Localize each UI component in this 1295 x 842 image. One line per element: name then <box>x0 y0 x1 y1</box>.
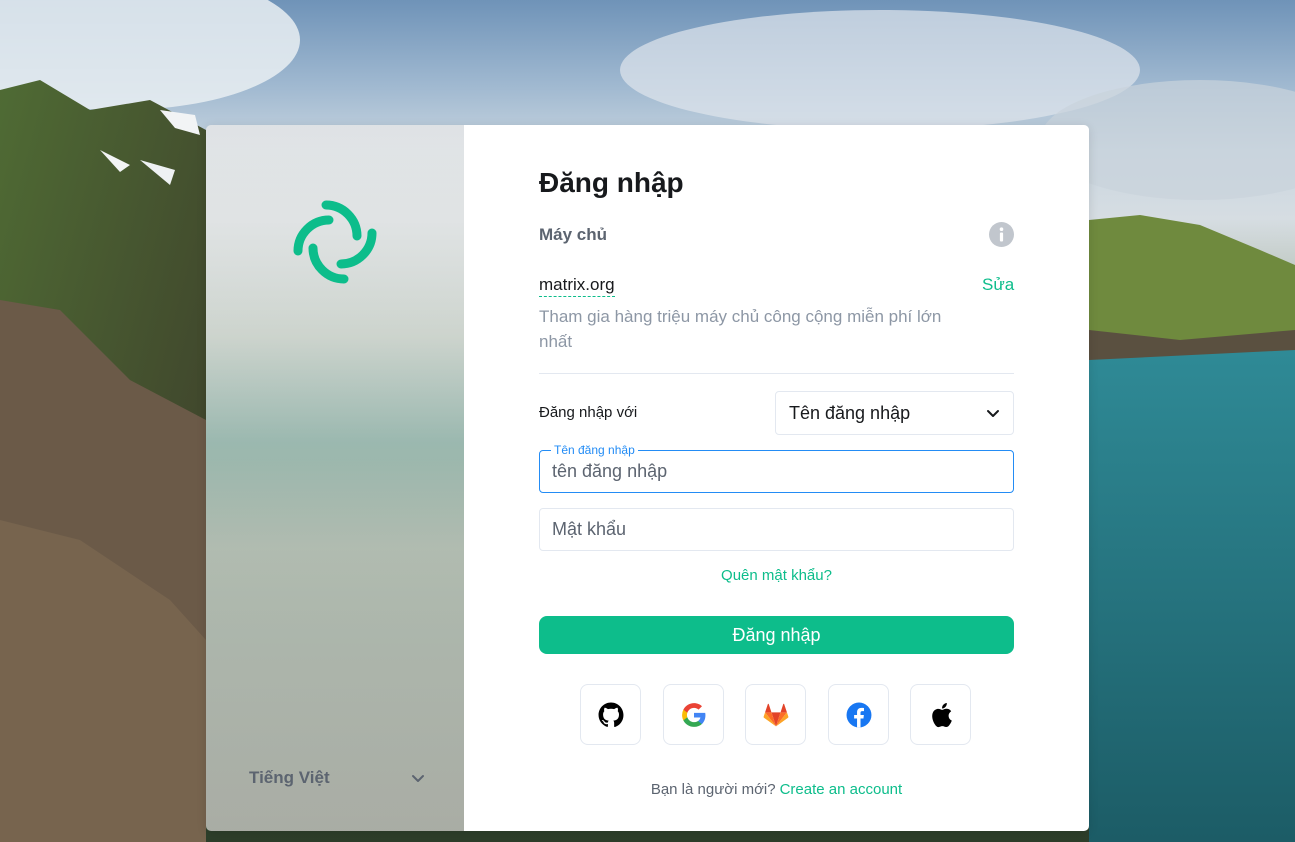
chevron-down-icon <box>412 775 424 782</box>
chevron-down-icon <box>987 410 999 417</box>
language-selector[interactable]: Tiếng Việt <box>249 766 429 790</box>
signup-prompt: Bạn là người mới? <box>650 781 776 798</box>
forgot-password-link[interactable]: Quên mật khẩu? <box>464 567 1089 584</box>
auth-aside: Tiếng Việt <box>206 125 464 831</box>
login-type-selected: Tên đăng nhập <box>789 402 911 423</box>
github-icon <box>598 702 623 727</box>
login-with-label: Đăng nhập với <box>539 404 638 421</box>
auth-body: Đăng nhập Máy chủ matrix.org Sửa Tham gi… <box>464 125 1089 831</box>
element-logo-icon <box>293 200 377 284</box>
server-name: matrix.org <box>539 275 615 297</box>
password-input[interactable] <box>540 509 1013 550</box>
gitlab-icon <box>763 703 788 726</box>
info-icon[interactable] <box>989 222 1014 247</box>
language-label: Tiếng Việt <box>249 768 330 787</box>
google-icon <box>681 702 705 727</box>
password-field <box>539 508 1014 551</box>
login-type-dropdown[interactable]: Tên đăng nhập <box>775 391 1014 435</box>
server-description: Tham gia hàng triệu máy chủ công cộng mi… <box>539 307 942 351</box>
sign-in-button[interactable]: Đăng nhập <box>539 616 1014 654</box>
sso-google-button[interactable] <box>663 684 724 745</box>
username-input[interactable] <box>540 451 1013 492</box>
facebook-icon <box>846 702 871 727</box>
edit-server-button[interactable]: Sửa <box>982 275 1014 295</box>
sso-apple-button[interactable] <box>910 684 971 745</box>
username-field: Tên đăng nhập <box>539 443 1014 493</box>
sso-github-button[interactable] <box>580 684 641 745</box>
sso-facebook-button[interactable] <box>828 684 889 745</box>
apple-icon <box>931 702 952 727</box>
server-label: Máy chủ <box>539 225 608 244</box>
signup-row: Bạn là người mới? Create an account <box>464 781 1089 798</box>
auth-card: Tiếng Việt Đăng nhập Máy chủ matrix.org … <box>206 125 1089 831</box>
create-account-link[interactable]: Create an account <box>780 781 903 798</box>
page-title: Đăng nhập <box>539 167 684 198</box>
sso-gitlab-button[interactable] <box>745 684 806 745</box>
divider <box>539 373 1014 374</box>
